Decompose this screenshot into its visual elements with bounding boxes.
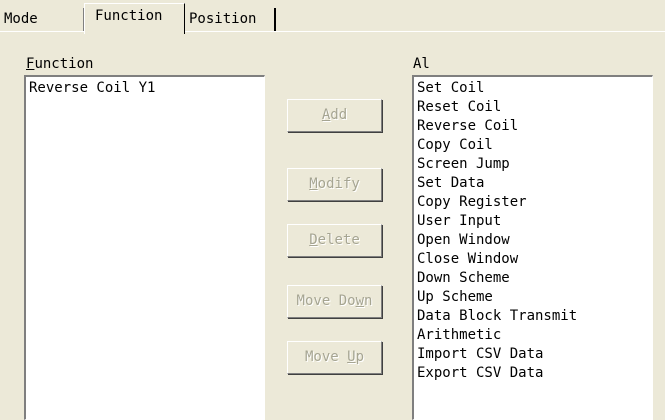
modify-button[interactable]: Modify bbox=[287, 168, 382, 201]
all-list-item-import-csv-data[interactable]: Import CSV Data bbox=[417, 345, 652, 364]
all-list-item-set-coil[interactable]: Set Coil bbox=[417, 79, 652, 98]
all-list-item-copy-coil[interactable]: Copy Coil bbox=[417, 136, 652, 155]
all-list-item-down-scheme[interactable]: Down Scheme bbox=[417, 269, 652, 288]
all-list-item-reverse-coil[interactable]: Reverse Coil bbox=[417, 117, 652, 136]
all-list-item-data-block-transmit[interactable]: Data Block Transmit bbox=[417, 307, 652, 326]
function-label-rest: unction bbox=[34, 56, 94, 72]
move-down-button-post: n bbox=[364, 293, 373, 309]
modify-button-rest: odify bbox=[317, 176, 360, 192]
tab-mode[interactable]: Mode bbox=[0, 8, 84, 32]
add-button[interactable]: Add bbox=[287, 99, 382, 132]
tab-function[interactable]: Function bbox=[84, 3, 185, 34]
modify-button-mnemonic: M bbox=[309, 176, 318, 192]
all-list-item-arithmetic[interactable]: Arithmetic bbox=[417, 326, 652, 345]
delete-button-mnemonic: D bbox=[309, 232, 318, 248]
all-list-item-export-csv-data[interactable]: Export CSV Data bbox=[417, 364, 652, 383]
function-list-label: Function bbox=[26, 56, 93, 72]
tab-position[interactable]: Position bbox=[186, 8, 276, 32]
all-list-item-reset-coil[interactable]: Reset Coil bbox=[417, 98, 652, 117]
delete-button-rest: elete bbox=[317, 232, 360, 248]
move-up-button[interactable]: Move Up bbox=[287, 341, 382, 374]
all-functions-listbox[interactable]: Set Coil Reset Coil Reverse Coil Copy Co… bbox=[412, 75, 653, 420]
delete-button[interactable]: Delete bbox=[287, 224, 382, 257]
all-list-item-close-window[interactable]: Close Window bbox=[417, 250, 652, 269]
all-list-item-open-window[interactable]: Open Window bbox=[417, 231, 652, 250]
all-list-item-screen-jump[interactable]: Screen Jump bbox=[417, 155, 652, 174]
move-up-button-mnemonic: U bbox=[347, 349, 356, 365]
add-button-rest: dd bbox=[330, 107, 348, 123]
move-down-button-mnemonic: w bbox=[355, 293, 364, 309]
all-list-item-copy-register[interactable]: Copy Register bbox=[417, 193, 652, 212]
all-list-item-user-input[interactable]: User Input bbox=[417, 212, 652, 231]
all-list-label: Al bbox=[413, 56, 430, 72]
function-listbox[interactable]: Reverse Coil Y1 bbox=[24, 75, 265, 420]
move-down-button-pre: Move Do bbox=[296, 293, 356, 309]
move-down-button[interactable]: Move Down bbox=[287, 285, 382, 318]
tab-strip: Mode Function Position bbox=[0, 0, 665, 34]
move-up-button-post: p bbox=[355, 349, 365, 365]
all-functions-list: Set Coil Reset Coil Reverse Coil Copy Co… bbox=[414, 77, 652, 383]
function-list: Reverse Coil Y1 bbox=[26, 77, 264, 98]
all-list-item-up-scheme[interactable]: Up Scheme bbox=[417, 288, 652, 307]
all-list-item-set-data[interactable]: Set Data bbox=[417, 174, 652, 193]
function-list-item[interactable]: Reverse Coil Y1 bbox=[29, 79, 264, 98]
move-up-button-pre: Move bbox=[304, 349, 348, 365]
